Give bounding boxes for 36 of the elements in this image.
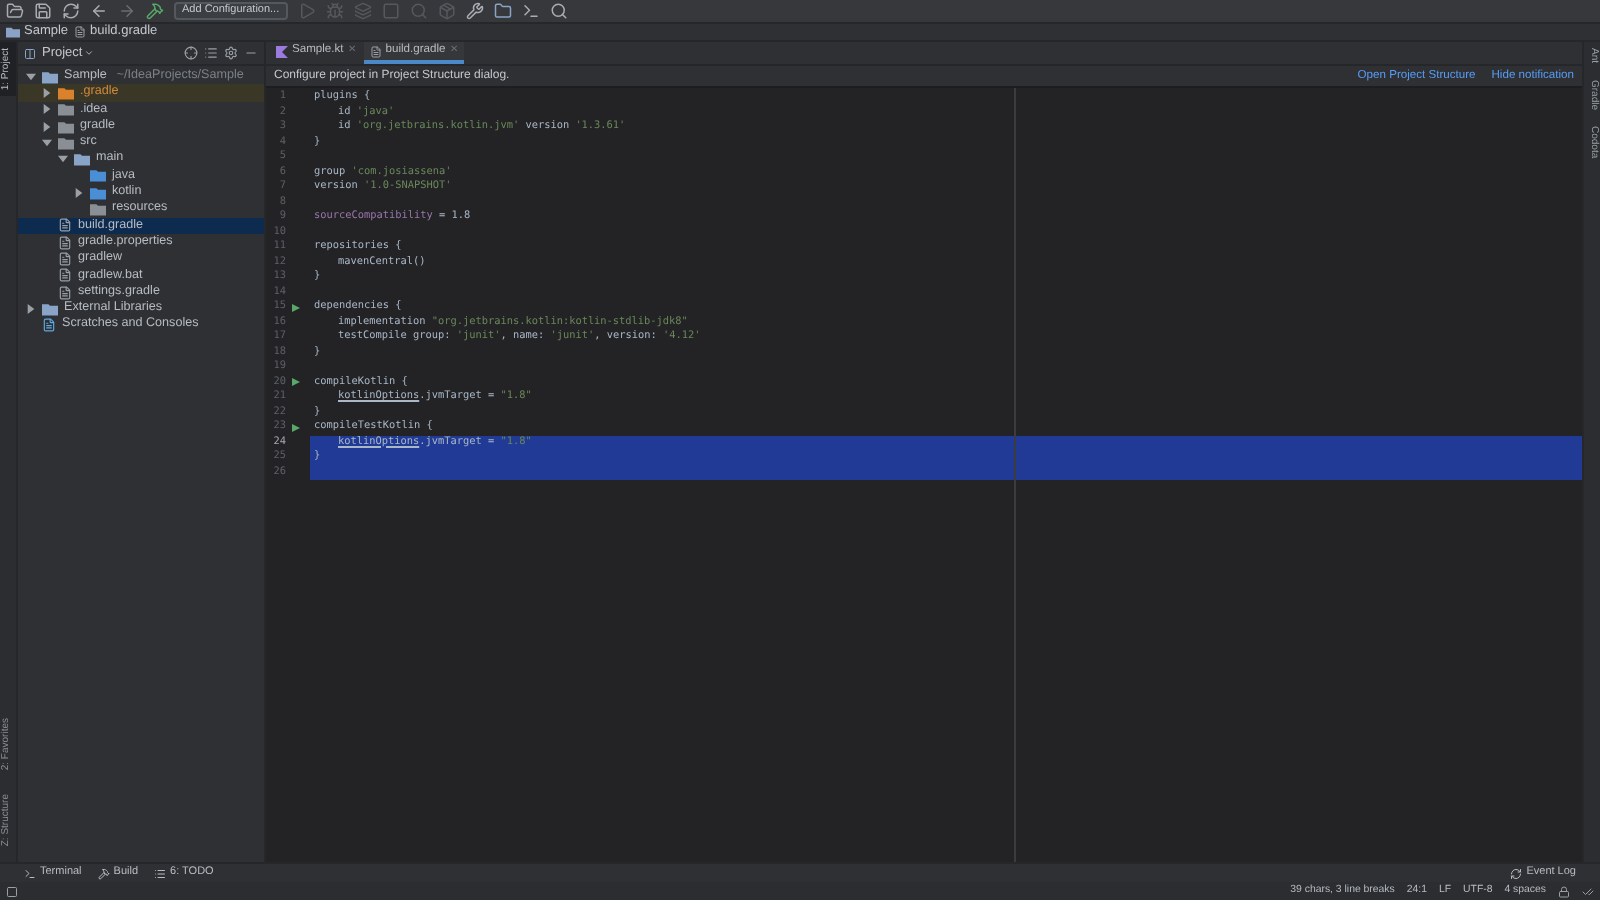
hammer-icon[interactable] xyxy=(146,2,164,20)
caret-icon xyxy=(84,48,95,58)
expanded-arrow-icon[interactable] xyxy=(41,137,51,148)
search-icon[interactable] xyxy=(549,2,568,20)
collapse-icon[interactable] xyxy=(204,46,218,60)
refresh-icon xyxy=(1510,867,1523,879)
run-icon[interactable] xyxy=(292,378,300,387)
layout-icon[interactable] xyxy=(6,885,18,897)
back-icon[interactable] xyxy=(90,2,108,20)
file-icon xyxy=(74,26,87,38)
collapsed-arrow-icon[interactable] xyxy=(41,87,51,98)
open-icon[interactable] xyxy=(6,2,24,20)
sync-icon[interactable] xyxy=(62,2,80,20)
collapsed-arrow-icon[interactable] xyxy=(41,121,51,132)
collapsed-arrow-icon[interactable] xyxy=(41,104,51,115)
locate-icon[interactable] xyxy=(184,46,198,60)
expanded-arrow-icon[interactable] xyxy=(57,154,67,165)
terminal-icon xyxy=(24,867,36,879)
folder-icon[interactable] xyxy=(493,2,512,20)
folder-icon xyxy=(42,301,58,316)
panel-icon xyxy=(24,47,36,59)
terminal-icon[interactable] xyxy=(521,2,540,20)
settings-icon[interactable] xyxy=(224,46,238,60)
save-icon[interactable] xyxy=(34,2,52,20)
expanded-arrow-icon[interactable] xyxy=(25,71,35,82)
file-icon xyxy=(369,45,382,57)
kotlin-file-icon xyxy=(276,45,288,57)
collapsed-arrow-icon[interactable] xyxy=(73,187,83,198)
list-icon xyxy=(154,867,167,879)
lock-icon[interactable] xyxy=(1558,885,1570,897)
run-icon[interactable] xyxy=(292,303,300,312)
collapsed-arrow-icon[interactable] xyxy=(25,303,35,314)
scratch-file-icon xyxy=(42,318,56,333)
wrench-icon[interactable] xyxy=(465,2,484,20)
run-icon[interactable] xyxy=(292,423,300,432)
hammer-icon xyxy=(97,867,110,879)
